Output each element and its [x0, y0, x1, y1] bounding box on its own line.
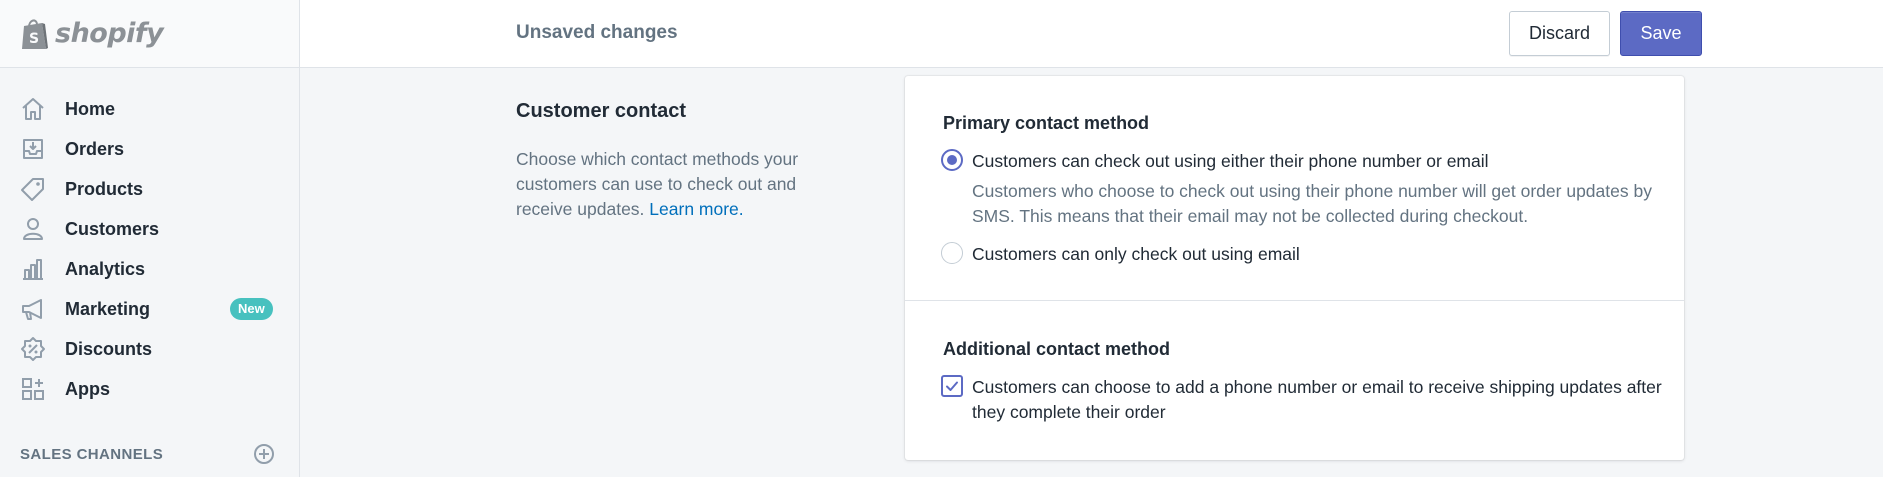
unsaved-changes-label: Unsaved changes: [516, 22, 678, 43]
brand-logo[interactable]: S shopify: [0, 0, 299, 68]
svg-text:S: S: [29, 31, 39, 47]
megaphone-icon: [20, 296, 46, 322]
nav-item-marketing[interactable]: Marketing New: [0, 289, 299, 329]
new-badge: New: [230, 298, 273, 320]
sidebar: S shopify Home Orders Products Customers…: [0, 0, 300, 477]
sales-channels-header: SALES CHANNELS: [20, 442, 276, 466]
primary-option-phone-or-email[interactable]: Customers can check out using either the…: [941, 149, 1489, 174]
person-icon: [20, 216, 46, 242]
discard-button[interactable]: Discard: [1509, 11, 1610, 56]
contextual-save-bar: Unsaved changes Discard Save: [300, 0, 1883, 68]
option-help-text: Customers who choose to check out using …: [972, 181, 1652, 226]
bar-chart-icon: [20, 256, 46, 282]
discount-icon: [20, 336, 46, 362]
nav-label: Analytics: [65, 258, 146, 279]
save-button[interactable]: Save: [1620, 11, 1702, 56]
radio-phone-or-email[interactable]: [941, 149, 963, 171]
brand-name: shopify: [55, 18, 164, 49]
plus-circle-icon[interactable]: [252, 442, 276, 466]
option-label: Customers can check out using either the…: [972, 151, 1489, 171]
nav-item-customers[interactable]: Customers: [0, 209, 299, 249]
section-description: Choose which contact methods your custom…: [516, 147, 816, 222]
shipping-updates-checkbox[interactable]: [941, 375, 963, 397]
nav-item-analytics[interactable]: Analytics: [0, 249, 299, 289]
card-divider: [905, 300, 1684, 301]
tag-icon: [20, 176, 46, 202]
section-title: Customer contact: [516, 100, 687, 122]
nav-label: Home: [65, 98, 116, 119]
nav-label: Products: [65, 178, 144, 199]
nav-item-apps[interactable]: Apps: [0, 369, 299, 409]
radio-email-only[interactable]: [941, 242, 963, 264]
nav-label: Customers: [65, 218, 160, 239]
nav-label: Marketing: [65, 298, 151, 319]
option-label: Customers can choose to add a phone numb…: [972, 377, 1662, 422]
nav-item-home[interactable]: Home: [0, 89, 299, 129]
learn-more-link[interactable]: Learn more.: [649, 199, 743, 219]
nav-item-products[interactable]: Products: [0, 169, 299, 209]
nav-item-orders[interactable]: Orders: [0, 129, 299, 169]
home-icon: [20, 96, 46, 122]
customer-contact-card: Primary contact method Customers can che…: [905, 76, 1684, 460]
nav-label: Discounts: [65, 338, 153, 359]
additional-contact-title: Additional contact method: [943, 339, 1170, 359]
apps-icon: [20, 376, 46, 402]
option-label: Customers can only check out using email: [972, 244, 1300, 264]
nav-label: Orders: [65, 138, 125, 159]
orders-icon: [20, 136, 46, 162]
nav-item-discounts[interactable]: Discounts: [0, 329, 299, 369]
primary-contact-title: Primary contact method: [943, 113, 1150, 133]
additional-option-shipping-updates[interactable]: Customers can choose to add a phone numb…: [941, 375, 1662, 425]
checkmark-icon: [946, 381, 958, 391]
sales-channels-label: SALES CHANNELS: [20, 445, 164, 463]
primary-option-email-only[interactable]: Customers can only check out using email: [941, 242, 1300, 267]
shopify-bag-icon: S: [20, 17, 50, 51]
main-nav: Home Orders Products Customers Analytics: [0, 68, 299, 409]
nav-label: Apps: [65, 378, 110, 399]
